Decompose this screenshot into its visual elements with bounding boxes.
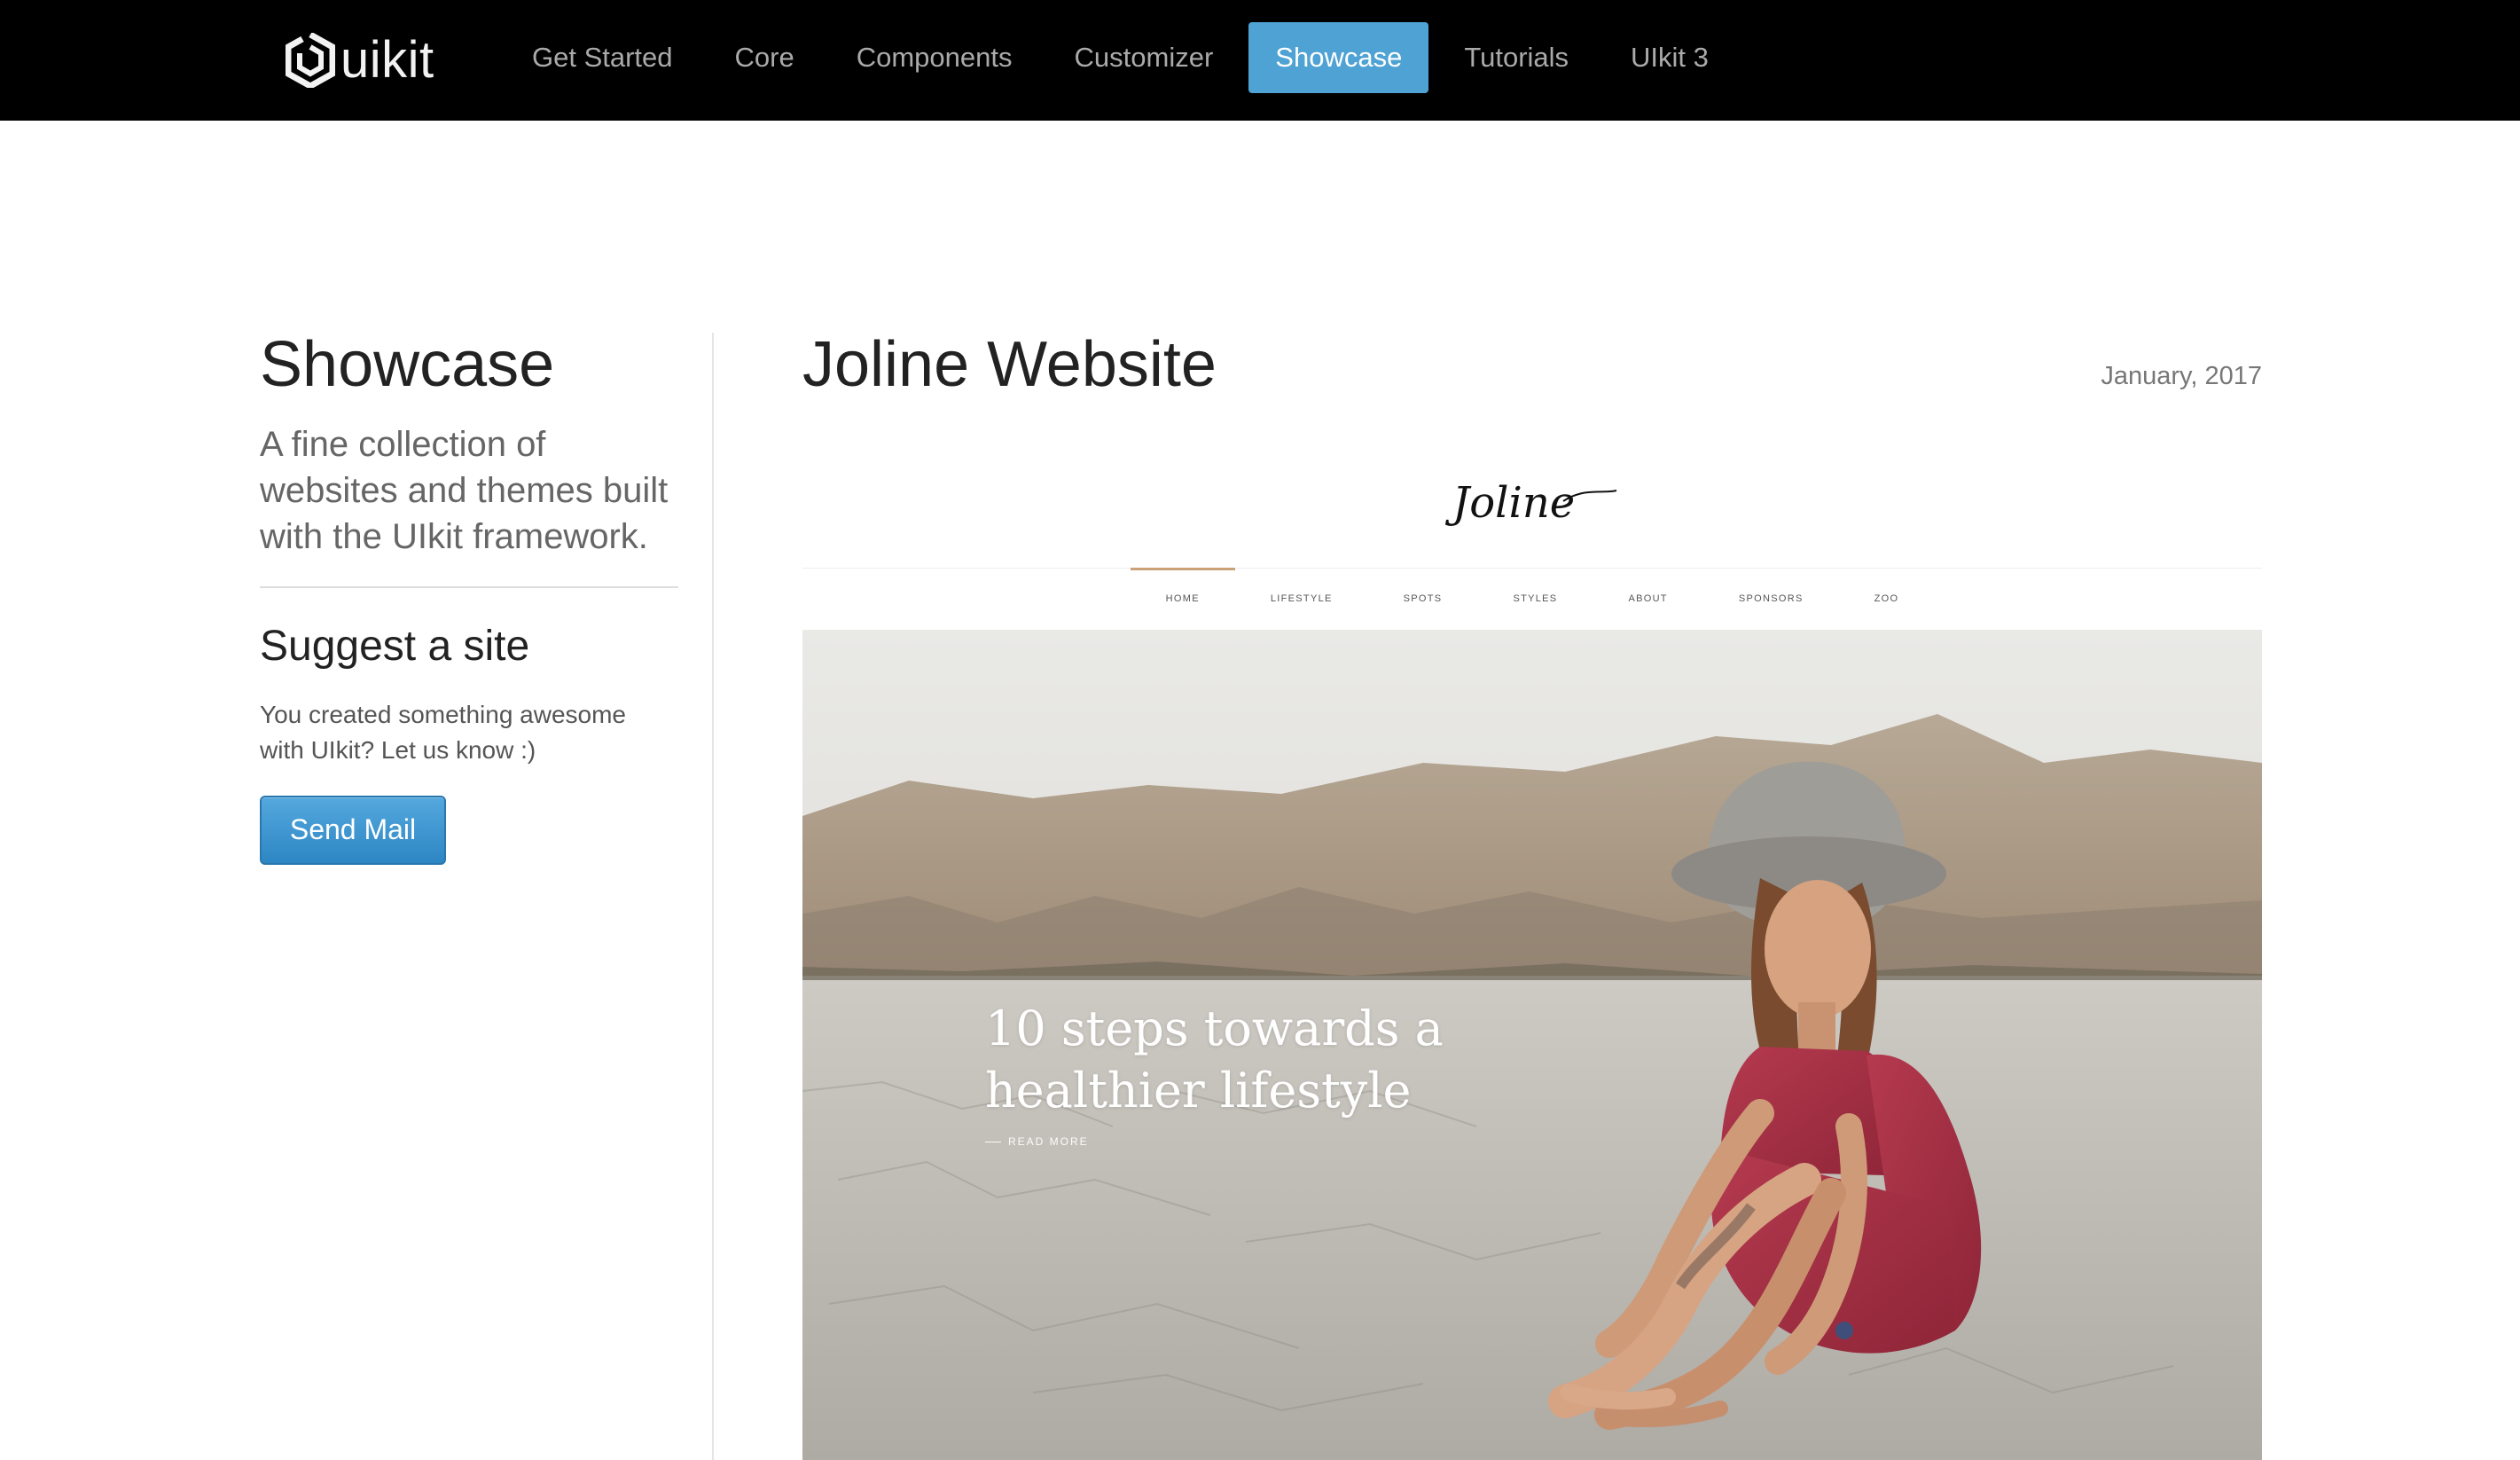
read-more-link[interactable]: READ MORE [985, 1135, 1089, 1148]
top-navbar: uikit Get Started Core Components Custom… [0, 0, 2520, 121]
nav-core[interactable]: Core [708, 22, 821, 93]
nav-uikit-3[interactable]: UIkit 3 [1604, 22, 1735, 93]
hero-headline: 10 steps towards a healthier lifestyle [985, 1001, 1444, 1119]
site-title: Joline Website [802, 329, 1217, 400]
sidebar-divider [260, 585, 678, 588]
site-preview[interactable]: Joline HOME LIFESTYLE SPOTS STYLES ABOUT… [802, 439, 2262, 1460]
sidebar: Showcase A fine collection of websites a… [260, 328, 678, 865]
brand-name: uikit [340, 31, 434, 89]
nav-components[interactable]: Components [830, 22, 1039, 93]
nav-customizer[interactable]: Customizer [1048, 22, 1240, 93]
preview-nav-lifestyle[interactable]: LIFESTYLE [1235, 568, 1368, 630]
preview-nav-about[interactable]: ABOUT [1593, 568, 1702, 630]
showcase-main: Joline Website January, 2017 Joline HOME… [802, 328, 2262, 1460]
uikit-logo-icon [286, 33, 335, 88]
site-date: January, 2017 [2101, 362, 2262, 390]
nav-tutorials[interactable]: Tutorials [1437, 22, 1595, 93]
preview-nav-styles[interactable]: STYLES [1477, 568, 1593, 630]
preview-navigation: HOME LIFESTYLE SPOTS STYLES ABOUT SPONSO… [802, 568, 2262, 630]
main-navigation: Get Started Core Components Customizer S… [505, 22, 1744, 93]
sidebar-lead: A fine collection of websites and themes… [260, 424, 669, 556]
content-divider [712, 333, 714, 1460]
suggest-text: You created something awesome with UIkit… [260, 700, 626, 765]
preview-nav-sponsors[interactable]: SPONSORS [1703, 568, 1839, 630]
send-mail-button[interactable]: Send Mail [260, 795, 446, 865]
joline-logo-icon: Joline [1444, 478, 1617, 528]
hero-image: 10 steps towards a healthier lifestyle R… [802, 630, 2262, 1460]
sidebar-title: Showcase [260, 329, 555, 400]
suggest-title: Suggest a site [260, 622, 530, 670]
nav-get-started[interactable]: Get Started [505, 22, 700, 93]
brand-link[interactable]: uikit [286, 30, 434, 90]
preview-logo-text: Joline [1444, 478, 1575, 528]
preview-logo: Joline [802, 439, 2262, 572]
read-more-text: READ MORE [1008, 1135, 1089, 1148]
nav-showcase[interactable]: Showcase [1248, 22, 1429, 93]
preview-nav-spots[interactable]: SPOTS [1368, 568, 1478, 630]
preview-nav-zoo[interactable]: ZOO [1839, 568, 1935, 630]
preview-nav-home[interactable]: HOME [1130, 568, 1236, 630]
